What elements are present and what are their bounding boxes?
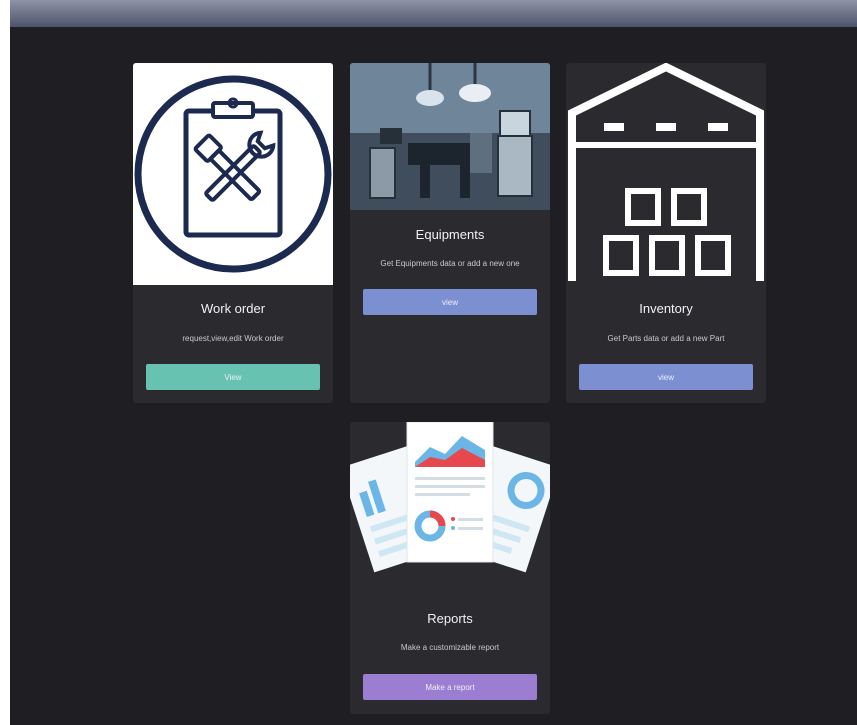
equipments-view-button[interactable]: view (363, 289, 537, 315)
operating-room-photo (350, 63, 550, 210)
card-title: Reports (427, 611, 473, 626)
card-title: Inventory (639, 301, 693, 316)
card-reports: Reports Make a customizable report Make … (350, 422, 550, 714)
reports-documents-icon (350, 422, 550, 573)
work-order-view-button[interactable]: View (146, 364, 320, 390)
dashboard-area: Work order request,view,edit Work order … (10, 27, 857, 725)
inventory-image (566, 63, 766, 285)
top-bar (10, 0, 857, 27)
card-description: Get Equipments data or add a new one (380, 259, 520, 268)
warehouse-icon (568, 63, 764, 281)
make-report-button[interactable]: Make a report (363, 674, 537, 700)
clipboard-wrench-icon (134, 75, 332, 273)
reports-image (350, 422, 550, 602)
card-description: Get Parts data or add a new Part (607, 334, 725, 343)
card-title: Work order (200, 301, 266, 316)
work-order-image (133, 63, 333, 285)
inventory-view-button[interactable]: view (579, 364, 753, 390)
card-equipments: Equipments Get Equipments data or add a … (350, 63, 550, 403)
card-inventory: Inventory Get Parts data or add a new Pa… (566, 63, 766, 403)
card-description: Make a customizable report (400, 643, 500, 652)
equipments-image (350, 63, 550, 210)
card-description: request,view,edit Work order (182, 334, 284, 343)
card-title: Equipments (415, 227, 485, 242)
card-work-order: Work order request,view,edit Work order … (133, 63, 333, 403)
